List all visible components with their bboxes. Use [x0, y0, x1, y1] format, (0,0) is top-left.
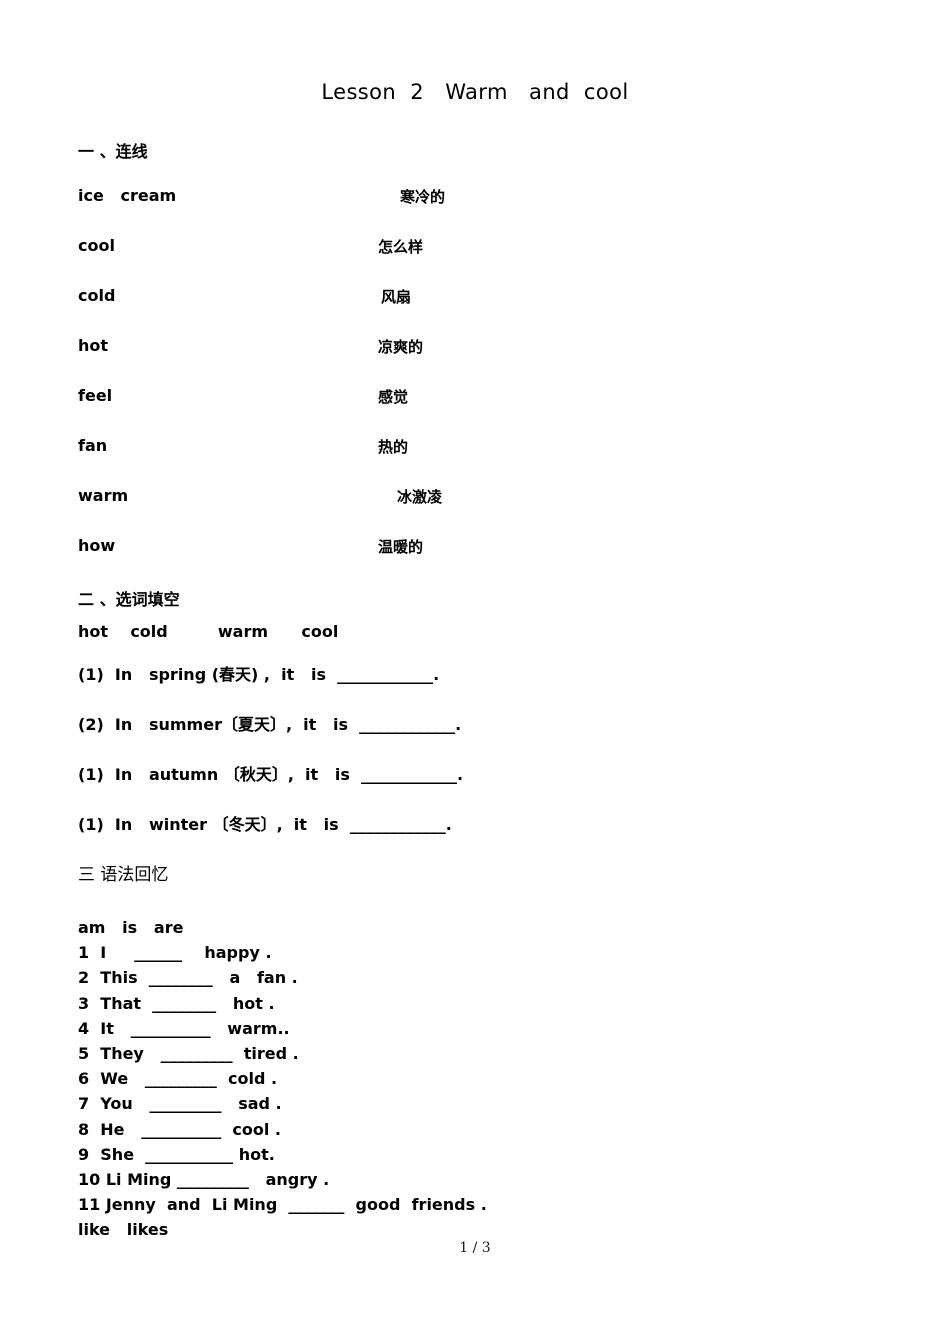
- matching-row: cool 怎么样: [0, 236, 950, 286]
- fill-in-row: (1) In winter 〔冬天〕, it is ____________.: [0, 811, 950, 861]
- matching-english-word[interactable]: ice cream: [78, 186, 176, 205]
- matching-english-word[interactable]: cold: [78, 286, 115, 305]
- grammar-question[interactable]: 7 You _________ sad .: [78, 1091, 487, 1116]
- matching-exercise-list: ice cream 寒冷的 cool 怎么样 cold 风扇 hot 凉爽的 feel 感觉 fan…: [0, 186, 950, 586]
- fill-in-row: (2) In summer〔夏天〕, it is ____________.: [0, 711, 950, 761]
- word-bank-like: like likes: [78, 1220, 169, 1240]
- matching-row: cold 风扇: [0, 286, 950, 336]
- page-title: Lesson 2 Warm and cool: [321, 80, 629, 104]
- matching-chinese-word[interactable]: 温暖的: [378, 536, 423, 557]
- fill-in-the-blank-list: (1) In spring (春天) , it is ____________.…: [0, 661, 950, 861]
- matching-english-word[interactable]: fan: [78, 436, 107, 455]
- matching-chinese-word[interactable]: 冰激凌: [397, 486, 442, 507]
- matching-chinese-word[interactable]: 感觉: [378, 386, 408, 407]
- matching-chinese-word[interactable]: 凉爽的: [378, 336, 423, 357]
- grammar-exercise-list: am is are 1 I ______ happy .2 This ______…: [78, 915, 487, 1243]
- section-heading-fill-in-the-blank: 二 、选词填空: [78, 590, 180, 609]
- grammar-question[interactable]: 2 This ________ a fan .: [78, 965, 487, 990]
- grammar-question[interactable]: 11 Jenny and Li Ming _______ good friend…: [78, 1192, 487, 1217]
- grammar-question[interactable]: 4 It __________ warm..: [78, 1016, 487, 1041]
- matching-english-word[interactable]: warm: [78, 486, 128, 505]
- grammar-question[interactable]: 5 They _________ tired .: [78, 1041, 487, 1066]
- matching-chinese-word[interactable]: 风扇: [381, 286, 411, 307]
- matching-row: how 温暖的: [0, 536, 950, 586]
- matching-row: warm 冰激凌: [0, 486, 950, 536]
- matching-row: hot 凉爽的: [0, 336, 950, 386]
- matching-english-word[interactable]: cool: [78, 236, 115, 255]
- fill-in-question[interactable]: (1) In winter 〔冬天〕, it is ____________.: [78, 811, 452, 835]
- matching-row: fan 热的: [0, 436, 950, 486]
- document-page: Lesson 2 Warm and cool 一 、连线 ice cream 寒冷…: [0, 0, 950, 1344]
- section-heading-matching: 一 、连线: [78, 142, 148, 161]
- grammar-question[interactable]: 6 We _________ cold .: [78, 1066, 487, 1091]
- page-number: 1 / 3: [459, 1240, 491, 1256]
- fill-in-question[interactable]: (2) In summer〔夏天〕, it is ____________.: [78, 711, 461, 735]
- word-bank-weather: hot cold warm cool: [78, 622, 339, 641]
- grammar-question[interactable]: 1 I ______ happy .: [78, 940, 487, 965]
- section-heading-grammar-review: 三 语法回忆: [78, 865, 169, 885]
- fill-in-row: (1) In autumn 〔秋天〕, it is ____________.: [0, 761, 950, 811]
- matching-english-word[interactable]: how: [78, 536, 115, 555]
- matching-row: feel 感觉: [0, 386, 950, 436]
- grammar-question[interactable]: 9 She ___________ hot.: [78, 1142, 487, 1167]
- matching-english-word[interactable]: feel: [78, 386, 112, 405]
- fill-in-row: (1) In spring (春天) , it is ____________.: [0, 661, 950, 711]
- matching-chinese-word[interactable]: 热的: [378, 436, 408, 457]
- word-bank-be-verbs: am is are: [78, 918, 184, 937]
- grammar-question[interactable]: 3 That ________ hot .: [78, 991, 487, 1016]
- fill-in-question[interactable]: (1) In spring (春天) , it is ____________.: [78, 661, 439, 685]
- grammar-question[interactable]: 10 Li Ming _________ angry .: [78, 1167, 487, 1192]
- grammar-question[interactable]: 8 He __________ cool .: [78, 1117, 487, 1142]
- matching-chinese-word[interactable]: 寒冷的: [400, 186, 445, 207]
- matching-row: ice cream 寒冷的: [0, 186, 950, 236]
- matching-english-word[interactable]: hot: [78, 336, 108, 355]
- matching-chinese-word[interactable]: 怎么样: [378, 236, 423, 257]
- fill-in-question[interactable]: (1) In autumn 〔秋天〕, it is ____________.: [78, 761, 463, 785]
